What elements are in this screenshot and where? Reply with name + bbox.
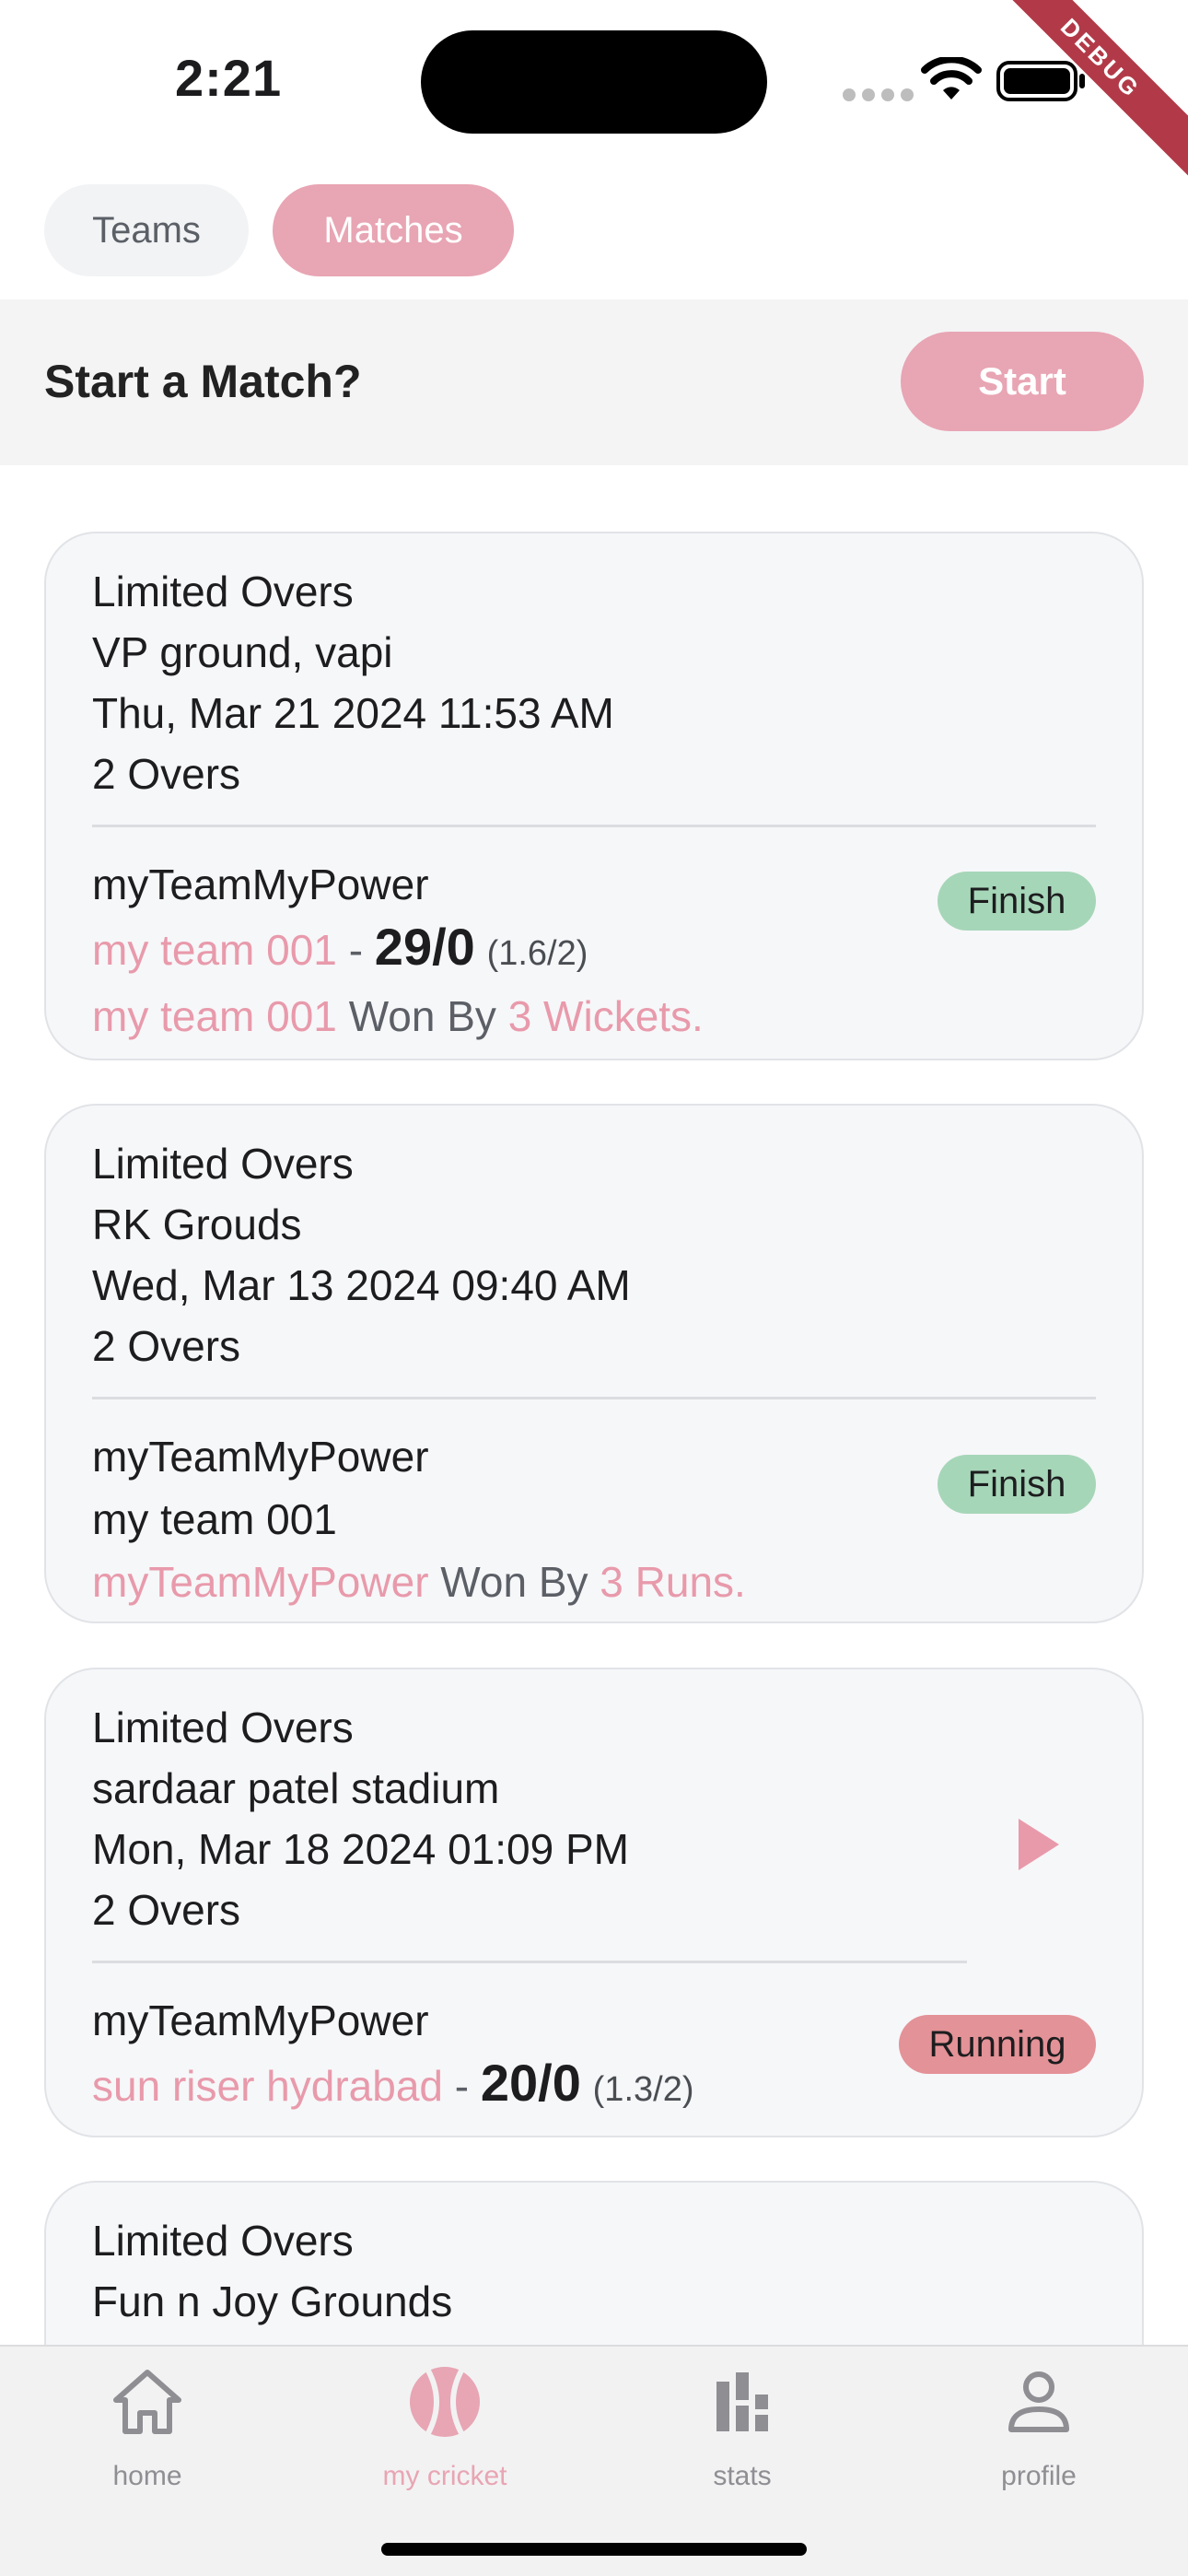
winning-team: my team 001 xyxy=(92,992,337,1040)
match-list: Limited Overs VP ground, vapi Thu, Mar 2… xyxy=(0,465,1188,2345)
match-venue: RK Grouds xyxy=(92,1200,302,1248)
status-badge: Finish xyxy=(938,1455,1096,1514)
match-card[interactable]: Limited Overs sardaar patel stadium Mon,… xyxy=(44,1668,1144,2137)
team-score: 20/0 xyxy=(480,2054,581,2112)
nav-item-stats[interactable]: stats xyxy=(632,2363,853,2492)
cricket-ball-icon xyxy=(410,2367,480,2437)
result-text: Won By xyxy=(348,992,496,1040)
match-teams: myTeamMyPower my team 001 - 29/0 (1.6/2)… xyxy=(92,827,1096,1048)
nav-item-my-cricket[interactable]: my cricket xyxy=(334,2363,555,2492)
tab-matches[interactable]: Matches xyxy=(273,184,514,276)
result-margin: 3 Wickets. xyxy=(507,992,704,1040)
bottom-navigation: home my cricket stats profile xyxy=(0,2345,1188,2576)
nav-label: home xyxy=(112,2461,182,2491)
match-type: Limited Overs xyxy=(92,2217,354,2265)
nav-label: stats xyxy=(713,2461,772,2491)
tab-teams[interactable]: Teams xyxy=(44,184,249,276)
score-overs: (1.3/2) xyxy=(592,2070,694,2109)
match-venue: VP ground, vapi xyxy=(92,628,393,676)
match-overs: 2 Overs xyxy=(92,750,241,798)
match-overs: 2 Overs xyxy=(92,1322,241,1370)
start-match-title: Start a Match? xyxy=(44,356,362,407)
wifi-icon xyxy=(921,57,982,100)
batting-team-name: sun riser hydrabad xyxy=(92,2062,443,2110)
match-type: Limited Overs xyxy=(92,1704,354,1751)
segment-tabs: Teams Matches xyxy=(44,184,514,276)
match-card[interactable]: Limited Overs Fun n Joy Grounds Fri, Mar… xyxy=(44,2181,1144,2345)
score-separator: - xyxy=(454,2062,470,2110)
dynamic-island xyxy=(421,30,767,134)
score-separator: - xyxy=(348,926,364,974)
play-icon[interactable] xyxy=(1019,1819,1059,1870)
match-teams: myTeamMyPower my team 001 myTeamMyPower … xyxy=(92,1399,1096,1613)
match-venue: Fun n Joy Grounds xyxy=(92,2277,453,2325)
match-result: my team 001 Won By 3 Wickets. xyxy=(92,985,1096,1048)
match-venue: sardaar patel stadium xyxy=(92,1764,500,1812)
result-text: Won By xyxy=(440,1558,588,1606)
status-bar: 2:21 DEBUG xyxy=(0,0,1188,181)
match-teams: myTeamMyPower sun riser hydrabad - 20/0 … xyxy=(92,1963,1096,2121)
match-info: Limited Overs sardaar patel stadium Mon,… xyxy=(92,1669,1096,1940)
nav-item-home[interactable]: home xyxy=(37,2363,258,2492)
status-time: 2:21 xyxy=(175,49,283,107)
status-badge: Finish xyxy=(938,872,1096,931)
home-icon xyxy=(113,2370,181,2434)
match-datetime: Mon, Mar 18 2024 01:09 PM xyxy=(92,1825,629,1873)
team-score-line: my team 001 - 29/0 (1.6/2) xyxy=(92,916,1096,985)
start-match-banner: Start a Match? Start xyxy=(0,299,1188,465)
batting-team-name: my team 001 xyxy=(92,926,337,974)
team-score: 29/0 xyxy=(374,918,475,976)
match-info: Limited Overs Fun n Joy Grounds Fri, Mar… xyxy=(92,2183,1096,2345)
cellular-signal-icon xyxy=(843,88,914,101)
match-datetime: Wed, Mar 13 2024 09:40 AM xyxy=(92,1261,631,1309)
match-result: myTeamMyPower Won By 3 Runs. xyxy=(92,1551,1096,1613)
score-overs: (1.6/2) xyxy=(486,934,588,973)
home-indicator xyxy=(381,2543,807,2556)
match-info: Limited Overs RK Grouds Wed, Mar 13 2024… xyxy=(92,1106,1096,1376)
match-type: Limited Overs xyxy=(92,1140,354,1188)
nav-label: my cricket xyxy=(382,2461,507,2491)
match-overs: 2 Overs xyxy=(92,1886,241,1934)
nav-label: profile xyxy=(1001,2461,1077,2491)
start-button[interactable]: Start xyxy=(901,332,1144,431)
status-badge: Running xyxy=(899,2015,1096,2074)
winning-team: myTeamMyPower xyxy=(92,1558,429,1606)
result-margin: 3 Runs. xyxy=(600,1558,746,1606)
battery-icon xyxy=(996,61,1085,101)
stats-icon xyxy=(716,2372,768,2431)
profile-icon xyxy=(1008,2371,1069,2432)
match-card[interactable]: Limited Overs VP ground, vapi Thu, Mar 2… xyxy=(44,532,1144,1060)
match-card[interactable]: Limited Overs RK Grouds Wed, Mar 13 2024… xyxy=(44,1104,1144,1623)
nav-item-profile[interactable]: profile xyxy=(928,2363,1149,2492)
match-type: Limited Overs xyxy=(92,568,354,615)
match-info: Limited Overs VP ground, vapi Thu, Mar 2… xyxy=(92,533,1096,804)
match-datetime: Thu, Mar 21 2024 11:53 AM xyxy=(92,689,614,737)
match-datetime: Fri, Mar 15 2024 12:13 PM xyxy=(92,2332,1096,2345)
